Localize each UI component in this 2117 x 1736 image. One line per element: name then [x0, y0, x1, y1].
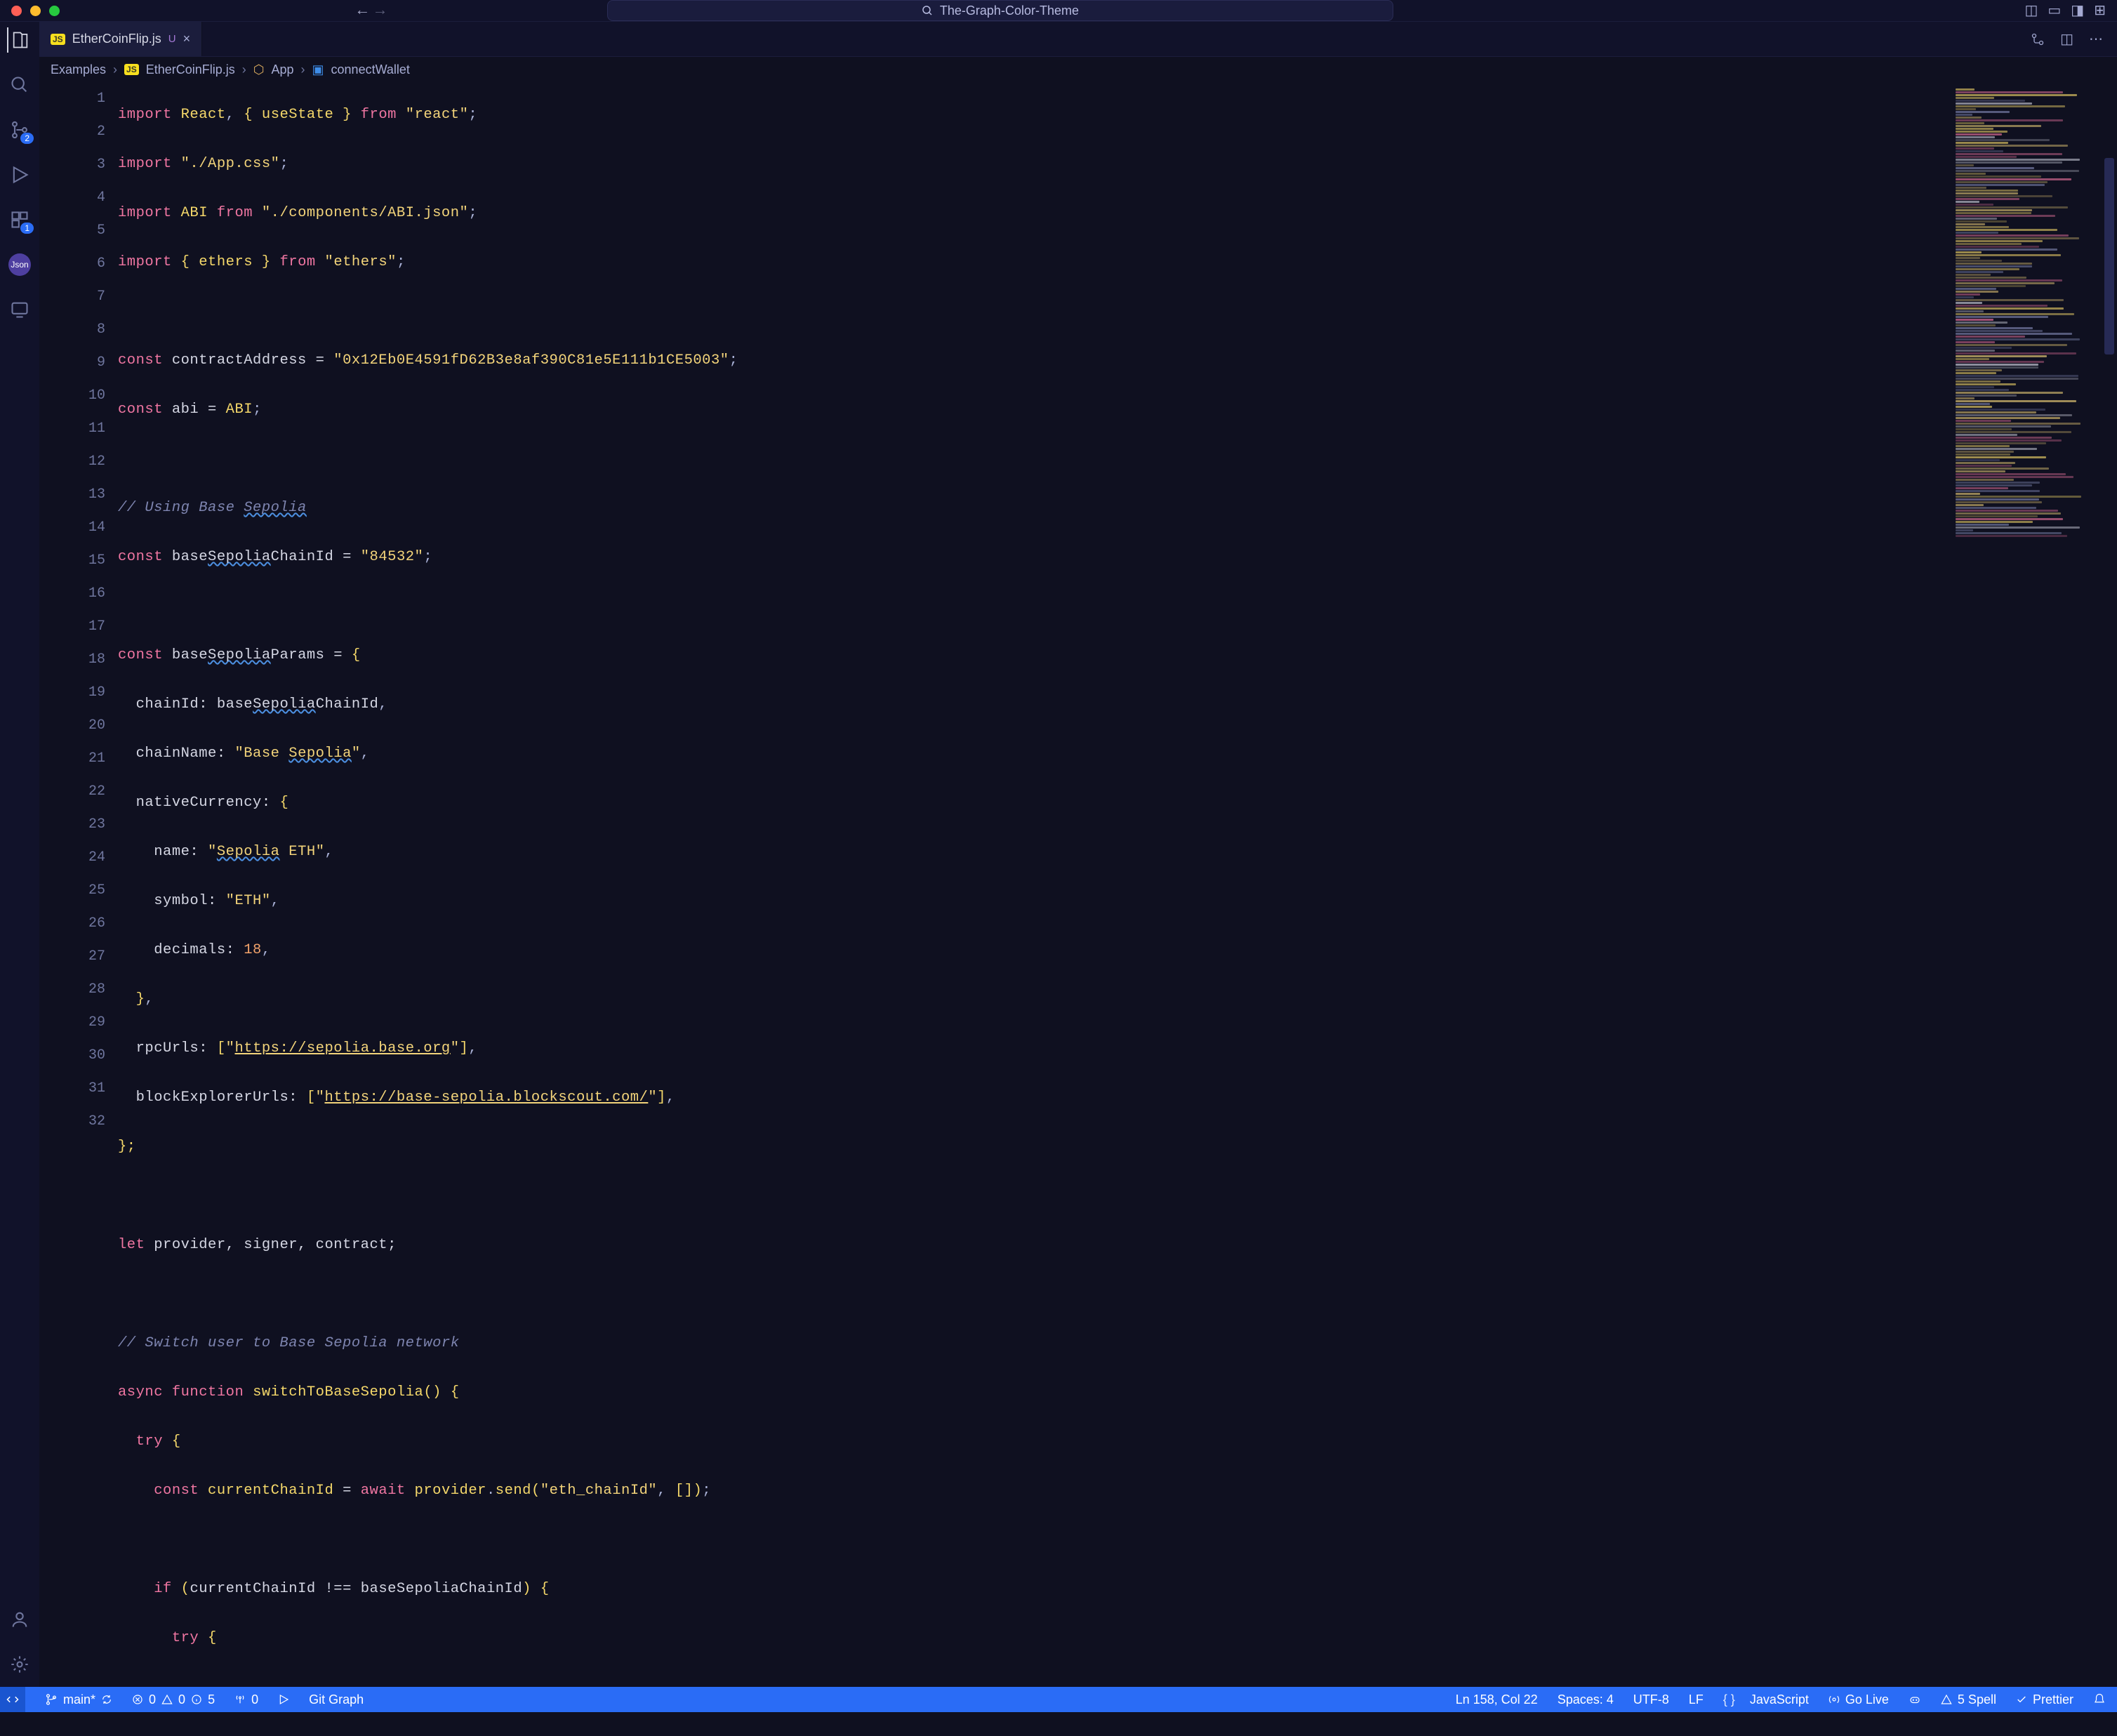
- source-control-icon[interactable]: 2: [7, 117, 32, 143]
- tab-close-icon[interactable]: ×: [183, 32, 191, 46]
- minimap-viewport[interactable]: [2104, 158, 2114, 355]
- tab-bar: JS EtherCoinFlip.js U × ◫ ⋯: [39, 22, 2117, 57]
- spell-check[interactable]: 5 Spell: [1941, 1692, 1996, 1707]
- tab-filename: EtherCoinFlip.js: [72, 32, 161, 46]
- chevron-right-icon: ›: [301, 62, 305, 77]
- eol[interactable]: LF: [1689, 1692, 1704, 1707]
- breadcrumb-folder[interactable]: Examples: [51, 62, 106, 77]
- command-center[interactable]: The-Graph-Color-Theme: [607, 0, 1393, 21]
- explorer-icon[interactable]: [7, 27, 32, 53]
- tab-git-status: U: [168, 33, 176, 45]
- panel-bottom-icon[interactable]: ▭: [2048, 1, 2061, 20]
- search-icon: [922, 5, 933, 16]
- panel-left-icon[interactable]: ◫: [2024, 1, 2038, 20]
- warning-icon: [1941, 1694, 1952, 1705]
- copilot-icon: [1909, 1693, 1921, 1706]
- compare-changes-icon[interactable]: [2031, 32, 2045, 46]
- js-file-icon: JS: [124, 64, 139, 75]
- debug-icon: [278, 1694, 289, 1705]
- more-actions-icon[interactable]: ⋯: [2089, 30, 2103, 48]
- maximize-window-button[interactable]: [49, 6, 60, 16]
- radio-tower-icon: [234, 1694, 246, 1705]
- symbol-module-icon: ⬡: [253, 62, 265, 77]
- breadcrumb-symbol-fn[interactable]: connectWallet: [331, 62, 410, 77]
- js-file-icon: JS: [51, 34, 65, 45]
- code-editor[interactable]: 1234567891011121314151617181920212223242…: [39, 82, 2117, 1687]
- line-number-gutter: 1234567891011121314151617181920212223242…: [39, 82, 118, 1687]
- remote-explorer-icon[interactable]: [7, 297, 32, 322]
- debug-start[interactable]: [278, 1694, 289, 1705]
- json-extension-icon[interactable]: Json: [7, 252, 32, 277]
- breadcrumb-file[interactable]: EtherCoinFlip.js: [146, 62, 235, 77]
- notifications-icon[interactable]: [2093, 1693, 2106, 1706]
- editor-area: JS EtherCoinFlip.js U × ◫ ⋯ Examples › J…: [39, 22, 2117, 1687]
- sync-icon[interactable]: [101, 1694, 112, 1705]
- code-content[interactable]: import React, { useState } from "react";…: [118, 82, 1949, 1687]
- close-window-button[interactable]: [11, 6, 22, 16]
- command-center-text: The-Graph-Color-Theme: [940, 4, 1079, 18]
- remote-indicator[interactable]: [0, 1687, 25, 1712]
- extensions-badge: 1: [20, 223, 34, 234]
- breadcrumb[interactable]: Examples › JS EtherCoinFlip.js › ⬡ App ›…: [39, 57, 2117, 82]
- branch-name: main*: [63, 1692, 95, 1707]
- symbol-method-icon: ▣: [312, 62, 324, 77]
- git-graph-button[interactable]: Git Graph: [309, 1692, 364, 1707]
- layout-icon[interactable]: ⊞: [2094, 1, 2106, 20]
- broadcast-icon: [1829, 1694, 1840, 1705]
- accounts-icon[interactable]: [7, 1607, 32, 1632]
- split-editor-icon[interactable]: ◫: [2060, 30, 2073, 48]
- activity-bar: 2 1 Json: [0, 22, 39, 1687]
- language-mode[interactable]: { } JavaScript: [1723, 1692, 1809, 1707]
- window-controls: [11, 6, 60, 16]
- extensions-icon[interactable]: 1: [7, 207, 32, 232]
- minimap[interactable]: [1949, 82, 2117, 1687]
- nav-forward-icon[interactable]: →: [376, 2, 385, 20]
- titlebar: ← → The-Graph-Color-Theme ◫ ▭ ◨ ⊞: [0, 0, 2117, 22]
- copilot-button[interactable]: [1909, 1693, 1921, 1706]
- info-icon: [191, 1694, 202, 1705]
- search-icon[interactable]: [7, 72, 32, 98]
- minimize-window-button[interactable]: [30, 6, 41, 16]
- run-debug-icon[interactable]: [7, 162, 32, 187]
- breadcrumb-symbol-app[interactable]: App: [271, 62, 293, 77]
- nav-back-icon[interactable]: ←: [358, 2, 367, 20]
- indentation[interactable]: Spaces: 4: [1558, 1692, 1614, 1707]
- panel-right-icon[interactable]: ◨: [2071, 1, 2084, 20]
- check-icon: [2016, 1694, 2027, 1705]
- tab-ethercoinflip[interactable]: JS EtherCoinFlip.js U ×: [39, 22, 202, 56]
- error-icon: [132, 1694, 143, 1705]
- warning-icon: [161, 1694, 173, 1705]
- ports[interactable]: 0: [234, 1692, 258, 1707]
- json-badge-label: Json: [8, 253, 31, 276]
- scm-badge: 2: [20, 133, 34, 144]
- git-branch[interactable]: main*: [45, 1692, 112, 1707]
- problems[interactable]: 0 0 5: [132, 1692, 215, 1707]
- go-live-button[interactable]: Go Live: [1829, 1692, 1889, 1707]
- chevron-right-icon: ›: [242, 62, 246, 77]
- cursor-position[interactable]: Ln 158, Col 22: [1456, 1692, 1538, 1707]
- settings-gear-icon[interactable]: [7, 1652, 32, 1677]
- encoding[interactable]: UTF-8: [1633, 1692, 1669, 1707]
- prettier-button[interactable]: Prettier: [2016, 1692, 2073, 1707]
- status-bar: main* 0 0 5 0 Git Graph Ln 158, Col 22 S…: [0, 1687, 2117, 1712]
- chevron-right-icon: ›: [113, 62, 117, 77]
